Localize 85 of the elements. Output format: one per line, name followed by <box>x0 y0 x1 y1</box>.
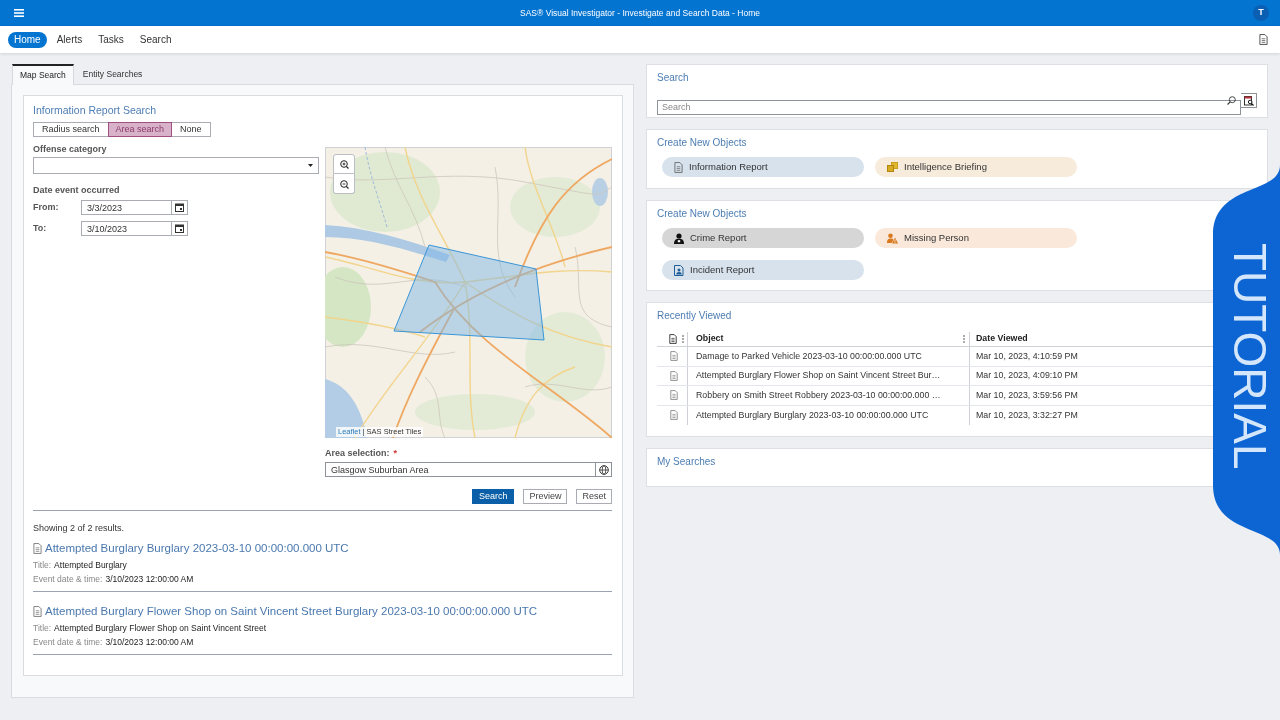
tab[interactable]: Entity Searches <box>73 64 152 84</box>
document-icon <box>669 370 678 381</box>
advanced-search-button[interactable] <box>1241 93 1257 108</box>
field-value: Attempted Burglary <box>54 559 127 571</box>
user-avatar[interactable]: T <box>1253 5 1269 21</box>
field-label: Event date & time: <box>33 573 103 585</box>
globe-icon <box>598 464 609 475</box>
nav-tab[interactable]: Alerts <box>50 31 89 48</box>
field-label: From: <box>33 200 60 214</box>
person-icon <box>674 232 684 244</box>
app-title: SAS® Visual Investigator - Investigate and Search Data - Home <box>520 6 760 20</box>
action-button[interactable]: Reset <box>576 489 612 504</box>
document-icon <box>674 161 683 173</box>
result-link[interactable]: Attempted Burglary Flower Shop on Saint Vincent Street Burglary 2023-03-10 00:00:00.000 UTC <box>45 604 537 619</box>
document-search-icon <box>1243 95 1254 106</box>
table-cell[interactable]: Damage to Parked Vehicle 2023-03-10 00:00:00.000 UTC <box>696 349 922 363</box>
segment-button[interactable]: Radius search <box>33 122 109 137</box>
result-link[interactable]: Attempted Burglary Burglary 2023-03-10 00:00:00.000 UTC <box>45 541 349 556</box>
nav-tab[interactable]: Tasks <box>92 31 130 48</box>
table-cell: Mar 10, 2023, 4:10:59 PM <box>976 349 1078 363</box>
zoom-out-icon <box>339 178 349 189</box>
field-value: 3/10/2023 12:00:00 AM <box>105 573 194 585</box>
banner-label: TUTORIAL <box>1227 243 1273 470</box>
table-cell[interactable]: Attempted Burglary Flower Shop on Saint Vincent Street Bur… <box>696 369 941 383</box>
date-field[interactable]: 3/10/2023 <box>81 221 172 236</box>
nav-tab[interactable]: Search <box>133 31 178 48</box>
segment-button[interactable]: None <box>171 122 211 137</box>
document-icon <box>33 606 42 617</box>
section-title: Create New Objects <box>657 207 748 221</box>
create-object-button[interactable]: Information Report <box>662 157 864 177</box>
menu-icon[interactable] <box>14 9 24 17</box>
calendar-button[interactable] <box>172 221 188 236</box>
field-label: To: <box>33 221 48 235</box>
segment-button[interactable]: Area search <box>107 122 173 137</box>
field-label: Area selection: <box>325 447 390 459</box>
table-cell[interactable]: Robbery on Smith Street Robbery 2023-03-10 00:00:00.000 … <box>696 388 941 402</box>
zoom-out-button[interactable] <box>333 174 355 194</box>
section-title: Create New Objects <box>657 136 748 150</box>
calendar-button[interactable] <box>172 200 188 215</box>
zoom-in-icon <box>339 159 349 169</box>
field-label: Date event occurred <box>33 184 121 196</box>
search-field[interactable]: Search <box>657 99 1241 115</box>
table-cell: Mar 10, 2023, 4:09:10 PM <box>976 369 1078 383</box>
zoom-in-button[interactable] <box>333 154 355 174</box>
field-label: Offense category <box>33 143 108 155</box>
document-icon <box>33 543 42 554</box>
section-title: Information Report Search <box>33 103 158 117</box>
tab[interactable]: Map Search <box>12 64 74 85</box>
caret-icon <box>308 164 313 167</box>
table-cell: Mar 10, 2023, 3:32:27 PM <box>976 408 1078 422</box>
column-header[interactable]: Object <box>696 332 724 346</box>
required-mark: * <box>393 447 398 459</box>
action-button[interactable]: Preview <box>523 489 568 504</box>
create-object-button[interactable]: Missing Person <box>875 228 1077 248</box>
create-object-button[interactable]: Crime Report <box>662 228 864 248</box>
document-person-icon <box>674 264 684 276</box>
area-selection-field[interactable]: Glasgow Suburban Area <box>325 462 596 477</box>
stacked-pages-icon <box>887 162 898 172</box>
section-title: Search <box>657 71 690 85</box>
document-icon[interactable] <box>1259 34 1268 45</box>
field-label: Event date & time: <box>33 636 103 648</box>
calendar-icon <box>175 224 184 233</box>
document-icon <box>669 390 678 401</box>
section-title: My Searches <box>657 455 717 469</box>
field-label: Title: <box>33 622 52 634</box>
column-header[interactable]: Date Viewed <box>976 332 1028 346</box>
create-object-button[interactable]: Intelligence Briefing <box>875 157 1077 177</box>
nav-tab[interactable]: Home <box>8 31 47 48</box>
document-icon[interactable] <box>669 334 677 344</box>
calendar-icon <box>175 203 184 212</box>
document-icon <box>669 351 678 362</box>
action-button[interactable]: Search <box>471 489 515 504</box>
section-title: Recently Viewed <box>657 309 733 323</box>
create-object-button[interactable]: Incident Report <box>662 260 864 280</box>
table-cell: Mar 10, 2023, 3:59:56 PM <box>976 388 1078 402</box>
area-picker-button[interactable] <box>596 462 612 477</box>
field-value: 3/10/2023 12:00:00 AM <box>105 636 194 648</box>
table-cell[interactable]: Attempted Burglary Burglary 2023-03-10 00:00:00.000 UTC <box>696 408 929 422</box>
field-label: Title: <box>33 559 52 571</box>
results-summary: Showing 2 of 2 results. <box>33 522 126 534</box>
person-warning-icon <box>887 232 898 244</box>
field-value: Attempted Burglary Flower Shop on Saint Vincent Street <box>54 622 267 634</box>
document-icon <box>669 410 678 421</box>
date-field[interactable]: 3/3/2023 <box>81 200 172 215</box>
search-icon[interactable] <box>1227 96 1236 105</box>
